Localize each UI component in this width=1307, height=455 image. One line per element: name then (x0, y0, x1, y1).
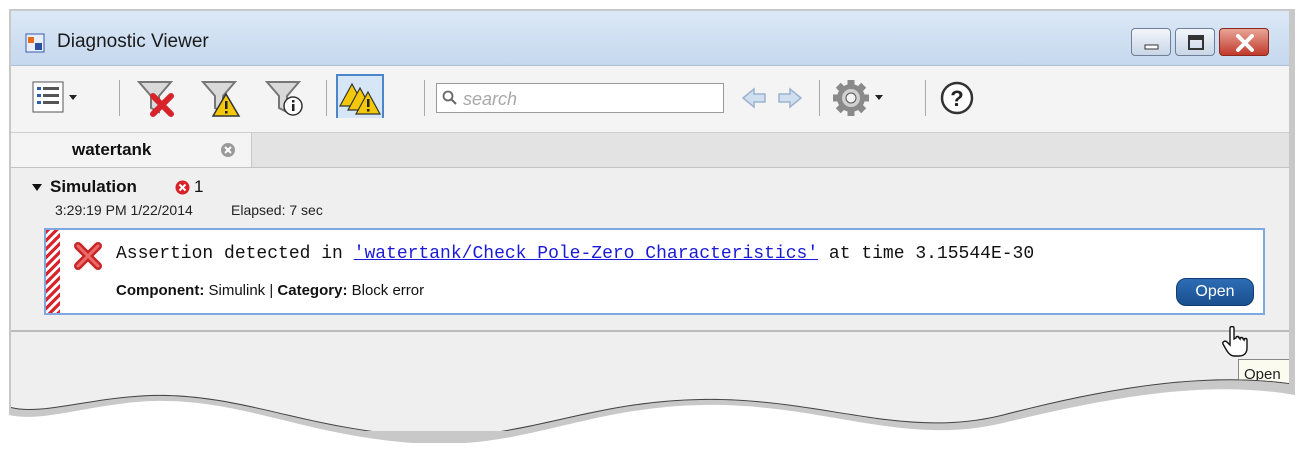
toolbar: ? (11, 66, 1289, 133)
search-input[interactable] (461, 86, 721, 112)
list-view-icon[interactable] (31, 76, 81, 120)
component-value: Simulink | (204, 282, 278, 299)
filter-info-icon[interactable] (261, 76, 307, 120)
error-stripe (46, 230, 60, 313)
tab-close-icon[interactable] (220, 142, 236, 158)
category-label: Category: (277, 282, 348, 299)
svg-text:?: ? (950, 86, 963, 111)
toolbar-separator (424, 80, 425, 116)
collapse-arrow-icon[interactable] (31, 182, 43, 194)
diagnostic-viewer-window: Diagnostic Viewer search ? watertank Sim… (11, 11, 1289, 431)
forward-arrow-icon[interactable] (775, 76, 805, 120)
title-bar[interactable]: Diagnostic Viewer (11, 11, 1289, 66)
component-label: Component: (116, 282, 205, 299)
message-suffix: at time 3.15544E-30 (818, 244, 1035, 264)
message-meta: Component: Simulink | Category: Block er… (116, 282, 424, 299)
hand-cursor-icon (1222, 326, 1248, 358)
timestamp: 3:29:19 PM 1/22/2014 (55, 202, 193, 218)
tab-watertank[interactable]: watertank (11, 133, 252, 167)
group-title: Simulation (50, 177, 137, 196)
back-arrow-icon[interactable] (739, 76, 769, 120)
toolbar-separator (326, 80, 327, 116)
category-value: Block error (347, 282, 425, 299)
close-button[interactable] (1219, 28, 1269, 56)
toolbar-separator (925, 80, 926, 116)
error-count: 1 (194, 177, 204, 196)
warnings-toggle-icon[interactable] (336, 74, 384, 118)
tab-strip: watertank (11, 133, 1289, 168)
minimize-button[interactable] (1131, 28, 1171, 56)
diagnostics-pane: Simulation 1 3:29:19 PM 1/22/2014 Elapse… (11, 168, 1289, 431)
window-title: Diagnostic Viewer (57, 31, 209, 52)
maximize-button[interactable] (1175, 28, 1215, 56)
diagnostic-message[interactable]: Assertion detected in 'watertank/Check P… (44, 228, 1265, 315)
message-prefix: Assertion detected in (116, 244, 354, 264)
screenshot-frame: Diagnostic Viewer search ? watertank Sim… (3, 3, 1295, 443)
toolbar-separator (819, 80, 820, 116)
filter-errors-icon[interactable] (133, 76, 179, 120)
search-icon (442, 90, 458, 106)
filter-warnings-icon[interactable] (197, 76, 243, 120)
help-icon[interactable]: ? (939, 76, 979, 120)
pane-divider (11, 330, 1289, 332)
search-box[interactable] (436, 83, 724, 113)
toolbar-separator (119, 80, 120, 116)
error-count-icon (175, 180, 190, 195)
block-link[interactable]: 'watertank/Check Pole-Zero Characteristi… (354, 244, 818, 264)
tab-label: watertank (72, 140, 152, 159)
settings-gear-icon[interactable] (831, 76, 895, 120)
app-icon (25, 33, 45, 53)
error-x-icon (72, 240, 104, 272)
elapsed-time: Elapsed: 7 sec (231, 202, 323, 218)
message-text: Assertion detected in 'watertank/Check P… (116, 244, 1034, 264)
open-button[interactable]: Open (1176, 278, 1254, 306)
